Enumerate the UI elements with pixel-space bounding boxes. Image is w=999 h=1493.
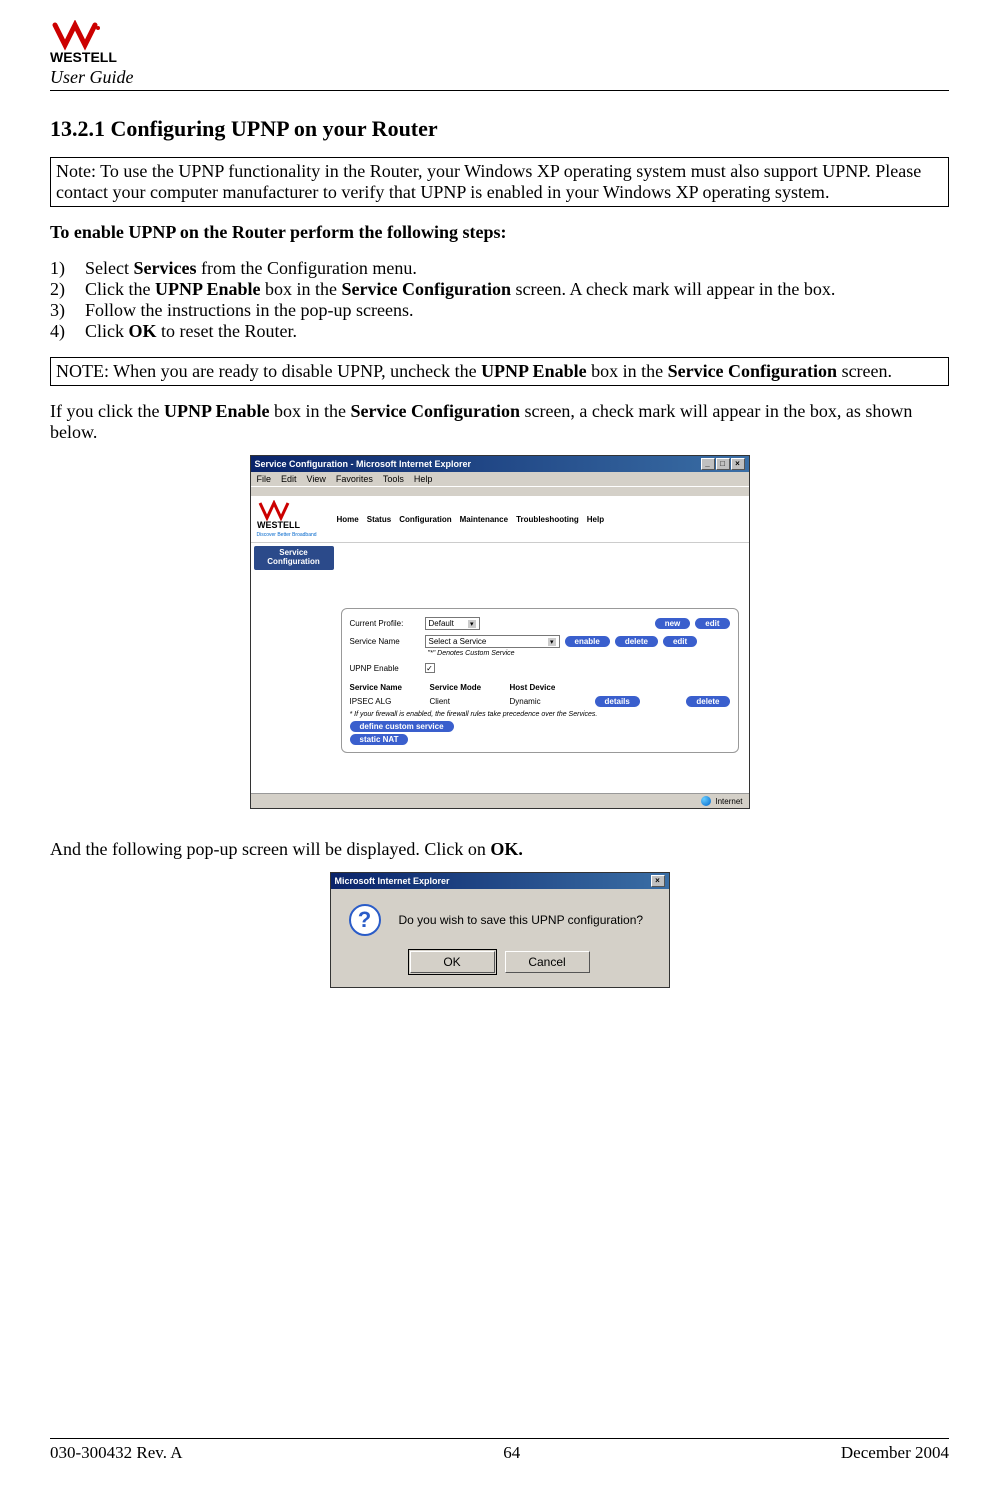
enable-button[interactable]: enable [565, 636, 610, 647]
menu-favorites[interactable]: Favorites [336, 474, 373, 484]
westell-logo-icon: WESTELL [50, 20, 140, 65]
details-button[interactable]: details [595, 696, 640, 707]
current-profile-select[interactable]: Default▾ [425, 617, 480, 630]
menu-edit[interactable]: Edit [281, 474, 297, 484]
internet-zone-icon [701, 796, 711, 806]
chevron-down-icon: ▾ [548, 638, 556, 646]
sidebar-tab-service-config[interactable]: Service Configuration [254, 546, 334, 570]
new-button[interactable]: new [655, 618, 691, 629]
checkmark-icon: ✓ [426, 664, 433, 673]
service-name-select[interactable]: Select a Service▾ [425, 635, 560, 648]
nav-help[interactable]: Help [587, 515, 604, 524]
define-custom-service-button[interactable]: define custom service [350, 721, 454, 732]
step-2: 2) Click the UPNP Enable box in the Serv… [50, 279, 949, 300]
app-nav: Home Status Configuration Maintenance Tr… [337, 515, 605, 524]
table-row: IPSEC ALG Client Dynamic details delete [350, 696, 730, 707]
paragraph-2: And the following pop-up screen will be … [50, 839, 949, 860]
zone-label: Internet [715, 797, 742, 806]
upnp-enable-label: UPNP Enable [350, 664, 425, 673]
close-icon[interactable]: × [651, 875, 665, 887]
app-header: WESTELL Discover Better Broadband Home S… [251, 496, 749, 543]
menu-view[interactable]: View [307, 474, 326, 484]
nav-home[interactable]: Home [337, 515, 359, 524]
edit-profile-button[interactable]: edit [695, 618, 729, 629]
step-4: 4) Click OK to reset the Router. [50, 321, 949, 342]
browser-statusbar: Internet [251, 793, 749, 808]
denotes-note: "*" Denotes Custom Service [428, 650, 730, 657]
service-name-label: Service Name [350, 637, 425, 646]
svg-text:WESTELL: WESTELL [50, 49, 117, 65]
step-3: 3) Follow the instructions in the pop-up… [50, 300, 949, 321]
steps-list: 1) Select Services from the Configuratio… [50, 258, 949, 342]
delete-service-button[interactable]: delete [615, 636, 658, 647]
minimize-icon[interactable]: _ [701, 458, 715, 470]
page-footer: 030-300432 Rev. A 64 December 2004 [50, 1438, 949, 1463]
section-heading: 13.2.1 Configuring UPNP on your Router [50, 116, 949, 142]
note-box-1: Note: To use the UPNP functionality in t… [50, 157, 949, 207]
dialog-screenshot: Microsoft Internet Explorer × ? Do you w… [50, 872, 949, 988]
nav-troubleshooting[interactable]: Troubleshooting [516, 515, 579, 524]
menu-help[interactable]: Help [414, 474, 433, 484]
browser-menubar: File Edit View Favorites Tools Help [251, 472, 749, 486]
svg-text:WESTELL: WESTELL [257, 520, 300, 530]
browser-screenshot: Service Configuration - Microsoft Intern… [50, 455, 949, 809]
question-icon: ? [349, 904, 381, 936]
footer-revision: 030-300432 Rev. A [50, 1443, 183, 1463]
user-guide-label: User Guide [50, 67, 134, 88]
note-box-2: NOTE: When you are ready to disable UPNP… [50, 357, 949, 386]
toolbar-spacer [251, 486, 749, 496]
firewall-note: * If your firewall is enabled, the firew… [350, 711, 730, 718]
window-titlebar: Service Configuration - Microsoft Intern… [251, 456, 749, 472]
close-icon[interactable]: × [731, 458, 745, 470]
current-profile-label: Current Profile: [350, 619, 425, 628]
dialog-titlebar: Microsoft Internet Explorer × [331, 873, 669, 889]
app-logo: WESTELL Discover Better Broadband [257, 500, 327, 538]
ok-button[interactable]: OK [410, 951, 495, 973]
menu-file[interactable]: File [257, 474, 272, 484]
menu-tools[interactable]: Tools [383, 474, 404, 484]
paragraph-1: If you click the UPNP Enable box in the … [50, 401, 949, 443]
dialog-message: Do you wish to save this UPNP configurat… [399, 913, 644, 927]
chevron-down-icon: ▾ [468, 620, 476, 628]
edit-service-button[interactable]: edit [663, 636, 697, 647]
footer-page-number: 64 [503, 1443, 520, 1463]
upnp-enable-checkbox[interactable]: ✓ [425, 663, 435, 673]
footer-date: December 2004 [841, 1443, 949, 1463]
brand-logo: WESTELL User Guide [50, 20, 949, 88]
step-1: 1) Select Services from the Configuratio… [50, 258, 949, 279]
window-title: Service Configuration - Microsoft Intern… [255, 459, 472, 469]
dialog-title: Microsoft Internet Explorer [335, 876, 450, 886]
static-nat-button[interactable]: static NAT [350, 734, 409, 745]
nav-configuration[interactable]: Configuration [399, 515, 451, 524]
nav-maintenance[interactable]: Maintenance [460, 515, 508, 524]
delete-row-button[interactable]: delete [686, 696, 729, 707]
cancel-button[interactable]: Cancel [505, 951, 590, 973]
services-table-header: Service Name Service Mode Host Device [350, 683, 730, 692]
page-header: WESTELL User Guide [50, 20, 949, 91]
maximize-icon[interactable]: □ [716, 458, 730, 470]
steps-intro: To enable UPNP on the Router perform the… [50, 222, 949, 243]
tagline: Discover Better Broadband [257, 532, 327, 538]
nav-status[interactable]: Status [367, 515, 391, 524]
